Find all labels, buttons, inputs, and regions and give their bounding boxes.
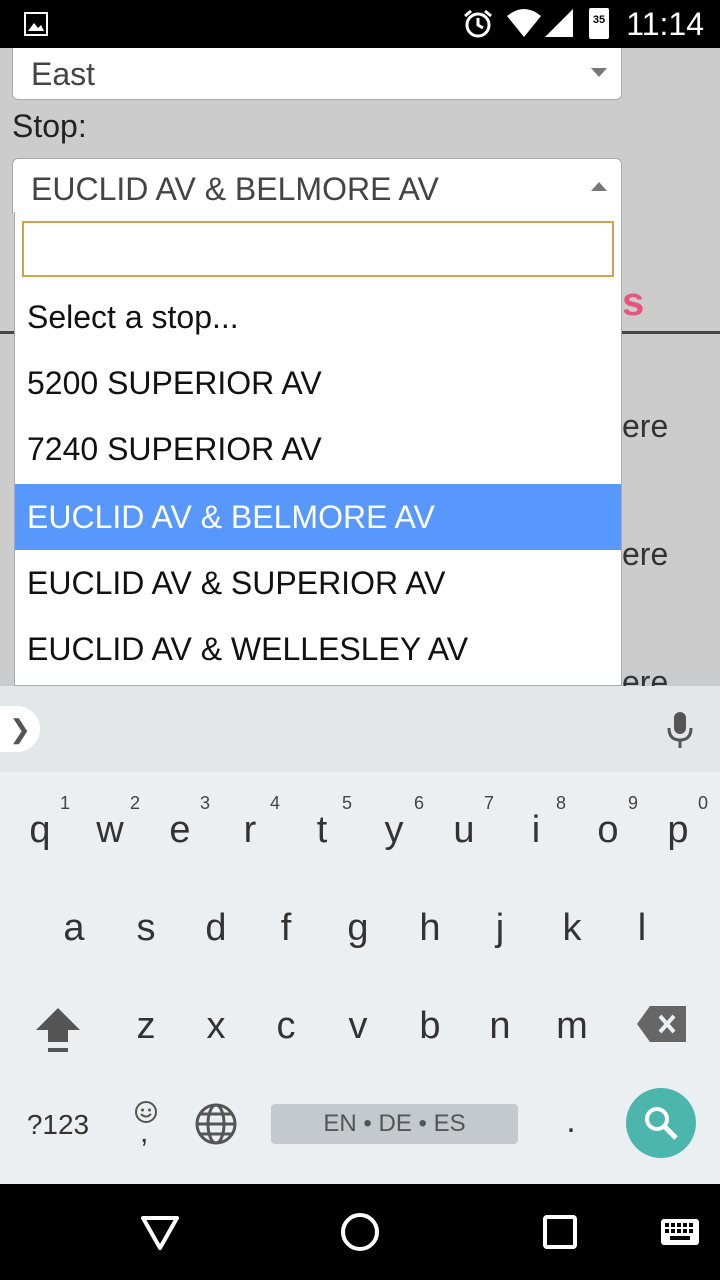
option-7240-superior-av[interactable]: 7240 SUPERIOR AV <box>15 416 621 482</box>
chevron-down-icon <box>591 68 607 77</box>
period-key[interactable]: . <box>556 1096 586 1146</box>
option-euclid-superior[interactable]: EUCLID AV & SUPERIOR AV <box>15 550 621 616</box>
key-p[interactable]: p0 <box>642 790 714 870</box>
search-key[interactable] <box>626 1088 696 1158</box>
key-f[interactable]: f <box>250 888 322 968</box>
navigation-bar <box>0 1184 720 1280</box>
key-hint: 2 <box>129 793 140 813</box>
key-t[interactable]: t5 <box>286 790 358 870</box>
key-d[interactable]: d <box>180 888 252 968</box>
wifi-icon <box>507 9 541 37</box>
direction-select[interactable]: East <box>12 48 622 100</box>
key-e[interactable]: e3 <box>144 790 216 870</box>
backspace-icon[interactable] <box>636 1004 688 1044</box>
key-c[interactable]: c <box>250 986 322 1066</box>
option-euclid-belmore[interactable]: EUCLID AV & BELMORE AV <box>15 484 621 550</box>
key-v[interactable]: v <box>322 986 394 1066</box>
key-w[interactable]: w2 <box>74 790 146 870</box>
stop-select[interactable]: EUCLID AV & BELMORE AV <box>12 158 622 214</box>
option-euclid-wellesley[interactable]: EUCLID AV & WELLESLEY AV <box>15 616 621 682</box>
key-r[interactable]: r4 <box>214 790 286 870</box>
keyboard-switch-icon[interactable] <box>660 1218 700 1246</box>
globe-icon[interactable] <box>194 1102 238 1146</box>
direction-value: East <box>31 56 96 92</box>
battery-level: 35 <box>592 14 606 26</box>
alarm-icon <box>464 9 492 38</box>
partial-heading: s <box>622 280 645 324</box>
key-x[interactable]: x <box>180 986 252 1066</box>
stop-value: EUCLID AV & BELMORE AV <box>31 171 439 207</box>
key-o[interactable]: o9 <box>572 790 644 870</box>
key-z[interactable]: z <box>110 986 182 1066</box>
status-bar: 35 11:14 <box>0 0 720 48</box>
key-j[interactable]: j <box>464 888 536 968</box>
key-y[interactable]: y6 <box>358 790 430 870</box>
search-icon <box>645 1107 678 1140</box>
key-h[interactable]: h <box>394 888 466 968</box>
stop-search-input[interactable] <box>22 221 614 277</box>
space-key[interactable]: EN • DE • ES <box>271 1104 518 1144</box>
microphone-icon[interactable] <box>662 710 698 750</box>
key-hint: 9 <box>627 793 638 813</box>
key-i[interactable]: i8 <box>500 790 572 870</box>
status-time: 11:14 <box>626 6 704 42</box>
home-icon[interactable] <box>340 1212 380 1252</box>
stop-label: Stop: <box>12 108 87 144</box>
option-5200-superior-av[interactable]: 5200 SUPERIOR AV <box>15 350 621 416</box>
key-s[interactable]: s <box>110 888 182 968</box>
chevron-up-icon <box>591 182 607 191</box>
key-a[interactable]: a <box>38 888 110 968</box>
cell-signal-icon <box>545 9 573 37</box>
key-g[interactable]: g <box>322 888 394 968</box>
back-icon[interactable] <box>140 1212 180 1252</box>
soft-keyboard: ❯ q1 w2 e3 r4 t5 y6 u7 i8 o9 p0 a s d f … <box>0 686 720 1184</box>
suggestion-bar: ❯ <box>0 686 720 772</box>
key-hint: 1 <box>59 793 70 813</box>
symbols-key[interactable]: ?123 <box>18 1100 98 1150</box>
key-l[interactable]: l <box>606 888 678 968</box>
key-n[interactable]: n <box>464 986 536 1066</box>
option-placeholder[interactable]: Select a stop... <box>15 284 621 350</box>
recents-icon[interactable] <box>542 1214 578 1250</box>
key-k[interactable]: k <box>536 888 608 968</box>
stop-dropdown: Select a stop... 5200 SUPERIOR AV 7240 S… <box>14 212 622 686</box>
key-hint: 6 <box>413 793 424 813</box>
shift-icon[interactable] <box>30 1002 86 1058</box>
key-m[interactable]: m <box>536 986 608 1066</box>
partial-text: ere <box>622 408 669 444</box>
chevron-right-icon[interactable]: ❯ <box>0 706 40 752</box>
partial-text: ere <box>622 536 669 572</box>
key-hint: 5 <box>341 793 352 813</box>
key-hint: 7 <box>483 793 494 813</box>
key-b[interactable]: b <box>394 986 466 1066</box>
key-u[interactable]: u7 <box>428 790 500 870</box>
key-q[interactable]: q1 <box>4 790 76 870</box>
key-hint: 8 <box>555 793 566 813</box>
image-notification-icon <box>24 12 48 36</box>
key-hint: 0 <box>697 793 708 813</box>
comma-label: , <box>140 1116 149 1149</box>
key-hint: 3 <box>199 793 210 813</box>
battery-icon: 35 <box>589 8 609 39</box>
emoji-key[interactable]: , <box>126 1096 166 1149</box>
key-hint: 4 <box>269 793 280 813</box>
